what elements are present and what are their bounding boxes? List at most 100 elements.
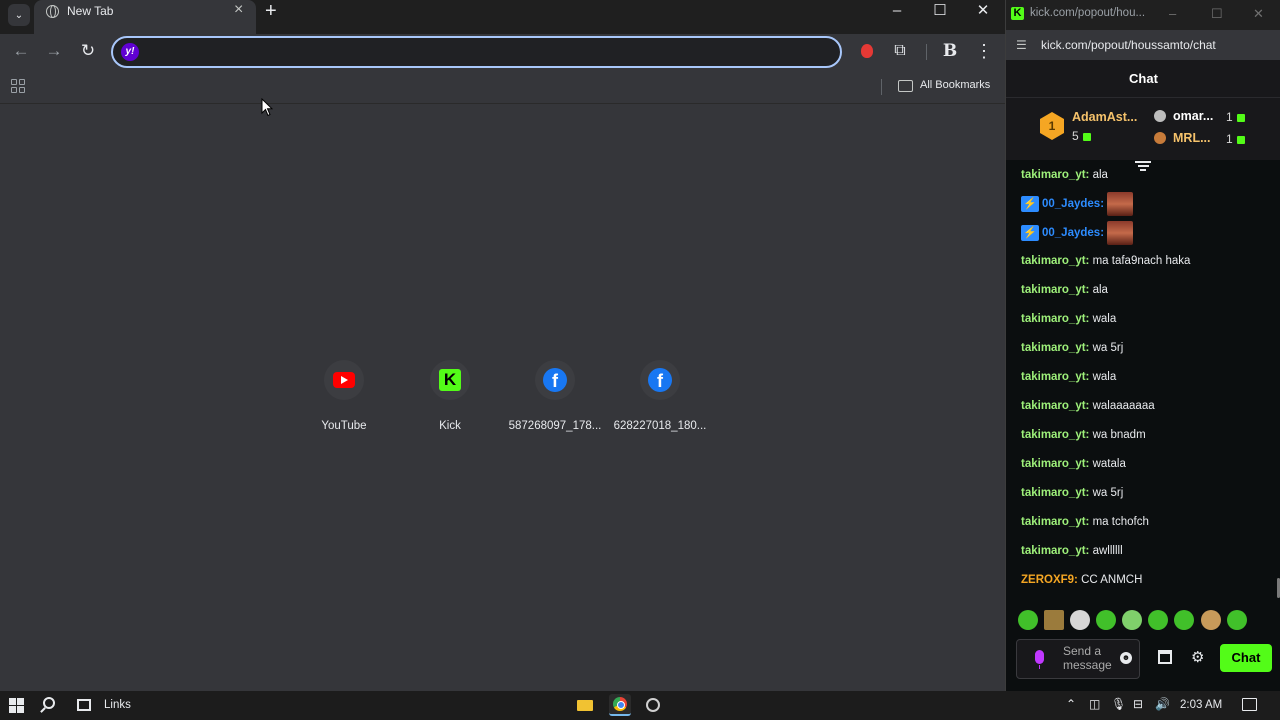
popout-minimize-button[interactable]: – xyxy=(1169,6,1176,21)
volume-icon[interactable]: 🔊 xyxy=(1155,697,1170,711)
search-icon[interactable] xyxy=(43,697,55,709)
tab-new-tab[interactable]: New Tab × xyxy=(34,0,256,34)
clock[interactable]: 2:03 AM xyxy=(1180,699,1222,711)
chat-username[interactable]: takimaro_yt: xyxy=(1021,487,1089,499)
shortcut-kick[interactable]: K Kick xyxy=(400,360,500,432)
shortcut-label: Kick xyxy=(439,420,461,432)
emote-icon[interactable] xyxy=(1201,610,1221,630)
chat-username[interactable]: 00_Jaydes: xyxy=(1042,198,1104,210)
close-icon[interactable]: × xyxy=(234,2,243,18)
kick-icon: K xyxy=(1011,7,1024,20)
chat-username[interactable]: takimaro_yt: xyxy=(1021,458,1089,470)
chat-text: walaaaaaaa xyxy=(1092,400,1155,412)
shortcut-label: 628227018_180... xyxy=(613,420,707,432)
chat-username[interactable]: takimaro_yt: xyxy=(1021,342,1089,354)
microphone-icon[interactable] xyxy=(1035,650,1044,669)
chat-username[interactable]: takimaro_yt: xyxy=(1021,516,1089,528)
notification-icon[interactable] xyxy=(1242,698,1257,711)
emoji-picker-icon[interactable]: ☻ xyxy=(1120,652,1132,664)
chat-text: wala xyxy=(1092,313,1117,325)
chat-username[interactable]: takimaro_yt: xyxy=(1021,284,1089,296)
emote-icon[interactable] xyxy=(1070,610,1090,630)
maximize-button[interactable]: ☐ xyxy=(930,2,950,20)
new-tab-button[interactable]: + xyxy=(265,1,277,21)
shortcut-facebook-2[interactable]: f 628227018_180... xyxy=(610,360,710,432)
task-view-icon[interactable] xyxy=(77,699,91,711)
chat-username[interactable]: takimaro_yt: xyxy=(1021,400,1089,412)
chrome-taskbar-icon[interactable] xyxy=(609,694,631,716)
microphone-tray-icon[interactable]: 🎙 xyxy=(1111,697,1126,711)
bolt-badge-icon: ⚡ xyxy=(1021,196,1039,212)
chat-text: watala xyxy=(1092,458,1126,470)
gifter-count: 1 xyxy=(1226,132,1245,146)
shortcut-facebook-1[interactable]: f 587268097_178... xyxy=(505,360,605,432)
gift-count: 5 xyxy=(1072,129,1079,143)
links-toolbar[interactable]: Links xyxy=(104,699,131,711)
gifter-name[interactable]: MRL... xyxy=(1173,131,1211,145)
chat-input[interactable]: Send a message ☻ xyxy=(1016,639,1140,679)
popout-close-button[interactable]: ✕ xyxy=(1253,6,1264,22)
tab-search-button[interactable]: ⌄ xyxy=(8,4,30,26)
profile-avatar[interactable]: B xyxy=(939,40,961,62)
bolt-badge-icon: ⚡ xyxy=(1021,225,1039,241)
emote-icon[interactable] xyxy=(1044,610,1064,630)
bronze-medal-icon xyxy=(1154,132,1166,144)
chat-username[interactable]: takimaro_yt: xyxy=(1021,371,1089,383)
forward-button[interactable]: → xyxy=(43,40,65,62)
tray-app-icon[interactable]: ◫ xyxy=(1089,697,1100,711)
obs-icon[interactable] xyxy=(643,695,663,715)
emote-icon[interactable] xyxy=(1174,610,1194,630)
chat-username[interactable]: ZEROXF9: xyxy=(1021,574,1078,586)
chat-message-list[interactable]: takimaro_yt: ala ⚡ 00_Jaydes: ⚡ 00_Jaydes:… xyxy=(1006,167,1280,597)
apps-grid-icon[interactable] xyxy=(11,79,26,94)
top-gifter-name[interactable]: AdamAst... xyxy=(1072,110,1137,124)
gift-icon xyxy=(1082,132,1091,141)
gift-count: 1 xyxy=(1226,132,1233,146)
kick-chat-popout: K kick.com/popout/hou... – ☐ ✕ ☰ kick.co… xyxy=(1005,0,1280,691)
popout-maximize-button[interactable]: ☐ xyxy=(1211,6,1223,22)
network-icon[interactable]: ⊟ xyxy=(1133,697,1143,711)
chat-message: ⚡ 00_Jaydes: xyxy=(1021,192,1134,216)
emote-icon[interactable] xyxy=(1018,610,1038,630)
reload-button[interactable]: ↻ xyxy=(77,40,99,62)
popout-window-title: kick.com/popout/hou... xyxy=(1030,7,1146,19)
chat-send-button[interactable]: Chat xyxy=(1220,644,1272,672)
all-bookmarks-link[interactable]: All Bookmarks xyxy=(920,79,990,91)
shortcut-label: 587268097_178... xyxy=(508,420,602,432)
shortcut-tile: f xyxy=(640,360,680,400)
shortcut-tile: f xyxy=(535,360,575,400)
chat-username[interactable]: takimaro_yt: xyxy=(1021,255,1089,267)
emote-icon[interactable] xyxy=(1227,610,1247,630)
record-extension-icon[interactable] xyxy=(856,40,878,62)
store-icon[interactable] xyxy=(1158,650,1172,664)
chat-text: wa 5rj xyxy=(1092,487,1124,499)
window-close-button[interactable]: ✕ xyxy=(973,2,993,20)
emote-icon[interactable] xyxy=(1096,610,1116,630)
chat-username[interactable]: takimaro_yt: xyxy=(1021,429,1089,441)
menu-icon[interactable]: ⋮ xyxy=(973,40,995,62)
chevron-up-icon[interactable]: ⌃ xyxy=(1066,697,1076,711)
file-explorer-icon[interactable] xyxy=(575,695,595,715)
shortcut-youtube[interactable]: YouTube xyxy=(294,360,394,432)
chat-username[interactable]: takimaro_yt: xyxy=(1021,169,1089,181)
minimize-button[interactable]: – xyxy=(887,2,907,20)
chat-message: takimaro_yt: wa bnadm xyxy=(1021,429,1146,441)
site-settings-icon[interactable]: ☰ xyxy=(1016,38,1027,52)
facebook-icon: f xyxy=(543,368,567,392)
chat-username[interactable]: takimaro_yt: xyxy=(1021,545,1089,557)
gear-icon[interactable]: ⚙ xyxy=(1191,648,1204,666)
windows-start-icon[interactable] xyxy=(9,698,25,714)
gifter-name[interactable]: omar... xyxy=(1173,109,1213,123)
folder-icon[interactable] xyxy=(898,80,913,92)
chat-message: takimaro_yt: walaaaaaaa xyxy=(1021,400,1155,412)
chat-username[interactable]: takimaro_yt: xyxy=(1021,313,1089,325)
toolbar: ← → ↻ y! ⧉ B ⋮ xyxy=(0,34,1005,70)
emote-icon[interactable] xyxy=(1148,610,1168,630)
emote-icon[interactable] xyxy=(1122,610,1142,630)
back-button[interactable]: ← xyxy=(10,40,32,62)
extensions-icon[interactable]: ⧉ xyxy=(889,40,911,62)
shortcut-tile xyxy=(324,360,364,400)
chat-username[interactable]: 00_Jaydes: xyxy=(1042,227,1104,239)
omnibox[interactable]: y! xyxy=(111,36,842,68)
yahoo-search-icon: y! xyxy=(121,43,139,61)
